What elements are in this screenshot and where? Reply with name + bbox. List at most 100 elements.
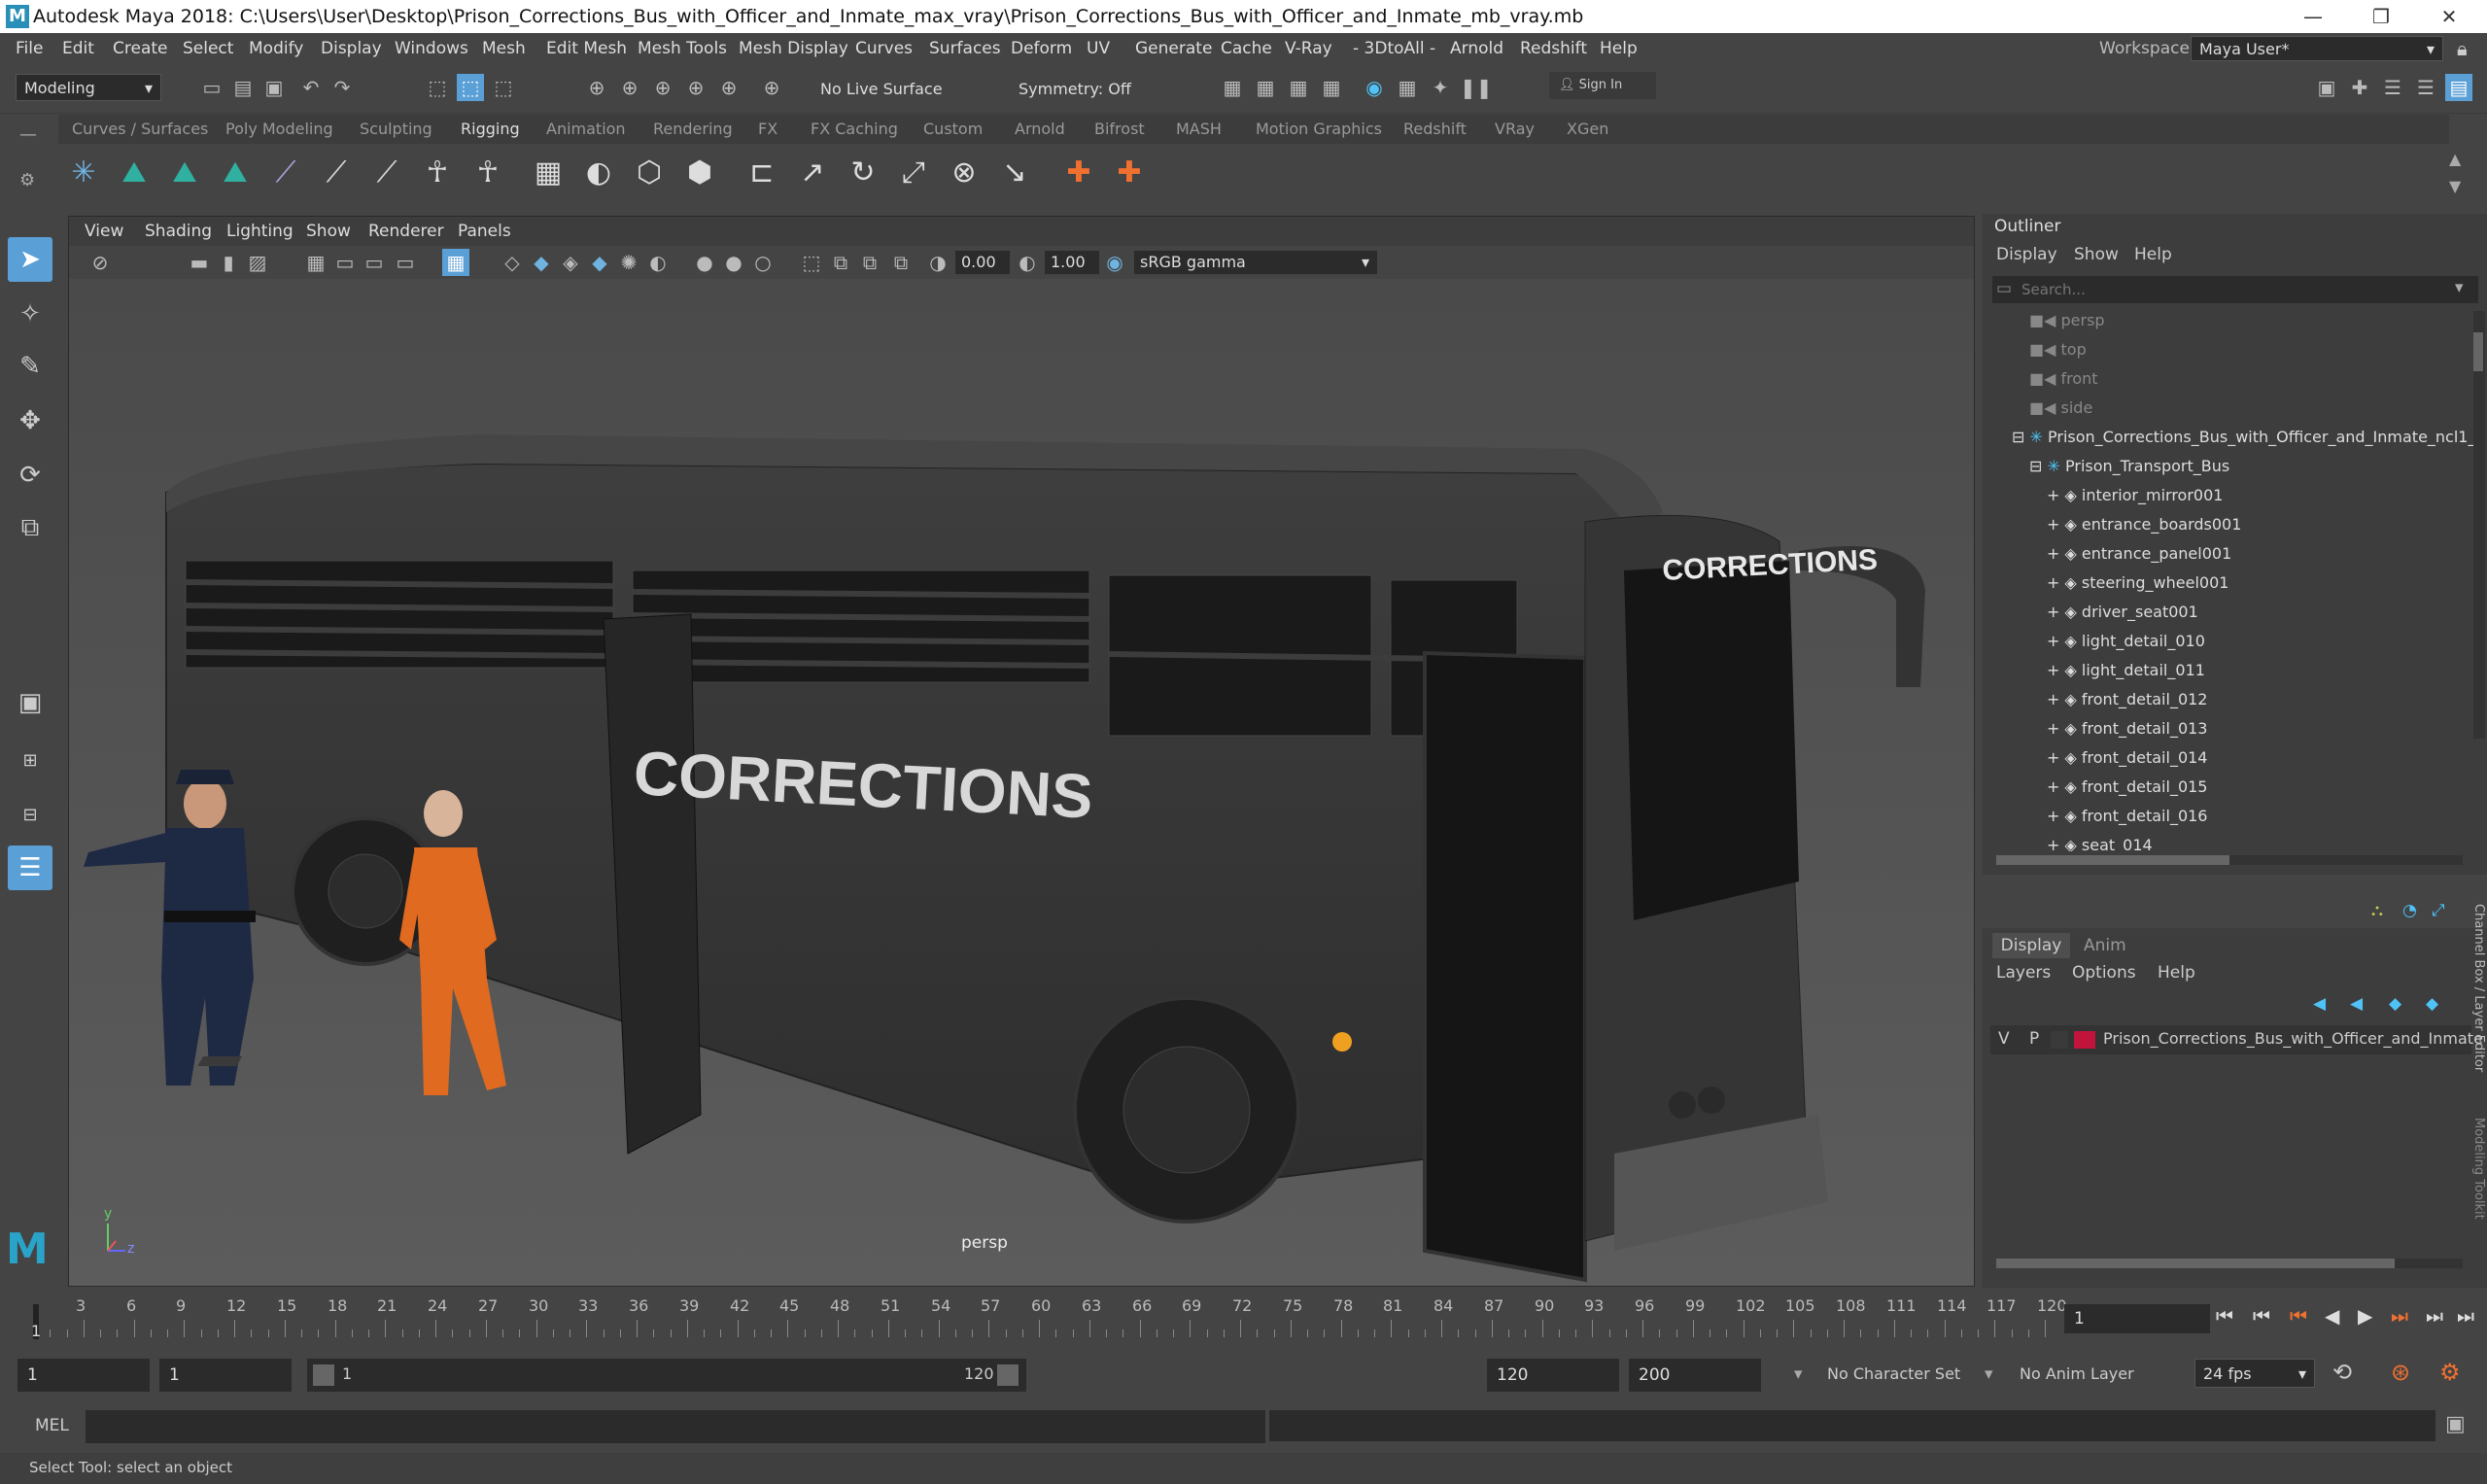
outliner-item[interactable]: + ◈ interior_mirror001 (2047, 486, 2473, 515)
outliner-search-field[interactable]: ▭ ▾ (1992, 276, 2478, 303)
shelf-tab-sculpting[interactable]: Sculpting (360, 120, 432, 138)
locator-icon[interactable]: ✚ (1059, 154, 1098, 192)
outliner-item[interactable]: + ◈ front_detail_015 (2047, 777, 2473, 807)
display-layer-icon[interactable]: ⛬ (2371, 901, 2383, 920)
render-view-icon[interactable]: ▦ (1219, 74, 1246, 101)
shelf-tab-rigging[interactable]: Rigging (461, 120, 520, 138)
select-object-icon[interactable]: ⬚ (457, 74, 484, 101)
ik-handle-icon[interactable]: ⛰ (115, 154, 154, 192)
fps-dropdown[interactable]: 24 fps ▾ (2194, 1359, 2315, 1388)
shelf-tab-mash[interactable]: MASH (1176, 120, 1222, 138)
layer-type-toggle[interactable] (2051, 1031, 2068, 1049)
render-setup-icon[interactable]: ▦ (1394, 74, 1421, 101)
step-back-frame-icon[interactable]: ⏮ (2290, 1304, 2307, 1328)
snap-surface-icon[interactable]: ⊕ (715, 74, 743, 101)
live-surface-field[interactable]: No Live Surface (812, 76, 949, 103)
snap-curve-icon[interactable]: ⊕ (616, 74, 643, 101)
menu-mesh-tools[interactable]: Mesh Tools (638, 39, 727, 58)
bind-skin-icon[interactable]: ⛰ (216, 154, 255, 192)
shelf-tab-bifrost[interactable]: Bifrost (1094, 120, 1145, 138)
light-editor-icon[interactable]: ✦ (1427, 74, 1454, 101)
xray-components-icon[interactable]: ⧉ (887, 249, 915, 276)
menu-3dtoall[interactable]: - 3DtoAll - (1353, 39, 1435, 58)
outliner-menu-show[interactable]: Show (2074, 245, 2119, 264)
shelf-menu-icon[interactable]: — (19, 124, 39, 145)
use-lights-icon[interactable]: ✺ (615, 249, 642, 276)
animation-end-field[interactable]: 200 (1629, 1359, 1761, 1392)
menu-select[interactable]: Select (183, 39, 233, 58)
resolution-gate-icon[interactable]: ▭ (361, 249, 388, 276)
save-scene-icon[interactable]: ▣ (260, 74, 288, 101)
render-settings-icon[interactable]: ▦ (1318, 74, 1345, 101)
connect-joint-icon[interactable]: ✚ (1110, 154, 1149, 192)
redo-icon[interactable]: ↷ (328, 74, 356, 101)
tool-settings-icon[interactable]: ☰ (2379, 74, 2406, 101)
point-constraint-icon[interactable]: ⊏ (743, 154, 781, 192)
parent-constraint-icon[interactable]: ⊗ (945, 154, 984, 192)
shelf-tab-rendering[interactable]: Rendering (653, 120, 733, 138)
chevron-down-icon[interactable]: ▾ (1794, 1364, 1803, 1384)
chevron-down-icon[interactable]: ▾ (2455, 278, 2464, 297)
shelf-tab-fx[interactable]: FX (758, 120, 777, 138)
vp-menu-renderer[interactable]: Renderer (368, 222, 444, 241)
menu-surfaces[interactable]: Surfaces (929, 39, 1001, 58)
scale-tool-icon[interactable]: ⧉ (8, 505, 52, 550)
menu-set-dropdown[interactable]: Modeling ▾ (16, 74, 161, 101)
channel-box-toggle-icon[interactable]: ◔ (2402, 901, 2417, 920)
gate-mask-icon[interactable]: ▭ (392, 249, 419, 276)
outliner-camera-side[interactable]: ■◀︎ side (2029, 398, 2473, 428)
range-slider[interactable]: 1 120 (307, 1359, 1026, 1392)
single-view-icon[interactable]: ▣ (8, 680, 52, 725)
orient-joint-icon[interactable]: ⟋ (367, 154, 406, 192)
color-space-dropdown[interactable]: sRGB gamma ▾ (1134, 251, 1377, 274)
shelf-tab-motion-graphics[interactable]: Motion Graphics (1256, 120, 1382, 138)
shelf-tab-fx-caching[interactable]: FX Caching (811, 120, 898, 138)
layer-name[interactable]: Prison_Corrections_Bus_with_Officer_and_… (2103, 1029, 2483, 1048)
move-layer-up-icon[interactable]: ◀ (2313, 994, 2326, 1014)
gamma-icon[interactable]: ◐ (1014, 249, 1041, 276)
aim-constraint-icon[interactable]: ↗ (793, 154, 832, 192)
render-frame-icon[interactable]: ▦ (1252, 74, 1279, 101)
outliner-item[interactable]: + ◈ light_detail_011 (2047, 661, 2473, 690)
exposure-icon[interactable]: ◑ (924, 249, 951, 276)
open-scene-icon[interactable]: ▤ (229, 74, 257, 101)
viewport-3d-scene[interactable]: CORRECTIONS CORRECTIONS persp y z (69, 279, 1974, 1286)
menu-edit[interactable]: Edit (62, 39, 94, 58)
search-filter-icon[interactable]: ▭ (1996, 279, 2012, 298)
play-forward-icon[interactable]: ▶ (2358, 1304, 2372, 1328)
maximize-button[interactable]: ❐ (2352, 0, 2410, 33)
snap-vertex-icon[interactable]: ⊕ (758, 74, 785, 101)
anti-aliasing-icon[interactable]: ○ (749, 249, 777, 276)
layer-menu-help[interactable]: Help (2158, 963, 2195, 983)
insert-joint-icon[interactable]: ⟋ (266, 154, 305, 192)
bookmark-icon[interactable]: ▮ (215, 249, 242, 276)
menu-mesh[interactable]: Mesh (482, 39, 526, 58)
move-tool-icon[interactable]: ✥ (8, 398, 52, 443)
vp-menu-view[interactable]: View (85, 222, 123, 241)
isolate-select-icon[interactable]: ⬚ (798, 249, 825, 276)
menu-arnold[interactable]: Arnold (1450, 39, 1503, 58)
menu-file[interactable]: File (16, 39, 43, 58)
step-forward-key-icon[interactable]: ⏭ (2426, 1304, 2443, 1328)
undo-icon[interactable]: ↶ (297, 74, 325, 101)
vp-menu-panels[interactable]: Panels (458, 222, 511, 241)
menu-curves[interactable]: Curves (855, 39, 913, 58)
snap-grid-icon[interactable]: ⊕ (583, 74, 610, 101)
outliner-vscrollbar[interactable] (2473, 311, 2485, 739)
outliner-menu-display[interactable]: Display (1996, 245, 2057, 264)
attribute-toggle-icon[interactable]: ⤢ (2432, 901, 2445, 920)
menu-deform[interactable]: Deform (1011, 39, 1072, 58)
channel-box-icon[interactable]: ☰ (2412, 74, 2439, 101)
layer-tab-anim[interactable]: Anim (2084, 933, 2126, 958)
collapse-icon[interactable]: ⊟ (2029, 457, 2042, 475)
shelf-tab-vray[interactable]: VRay (1495, 120, 1535, 138)
menu-redshift[interactable]: Redshift (1520, 39, 1587, 58)
shelf-scroll-down-icon[interactable]: ▼ (2449, 177, 2461, 195)
outliner-item[interactable]: + ◈ front_detail_014 (2047, 748, 2473, 777)
quick-rig-icon[interactable]: ☥ (468, 154, 507, 192)
symmetry-field[interactable]: Symmetry: Off (1011, 76, 1157, 103)
four-view-icon[interactable]: ⊞ (8, 739, 52, 783)
vp-menu-lighting[interactable]: Lighting (226, 222, 294, 241)
menu-modify[interactable]: Modify (249, 39, 303, 58)
hypershade-icon[interactable]: ◉ (1361, 74, 1388, 101)
